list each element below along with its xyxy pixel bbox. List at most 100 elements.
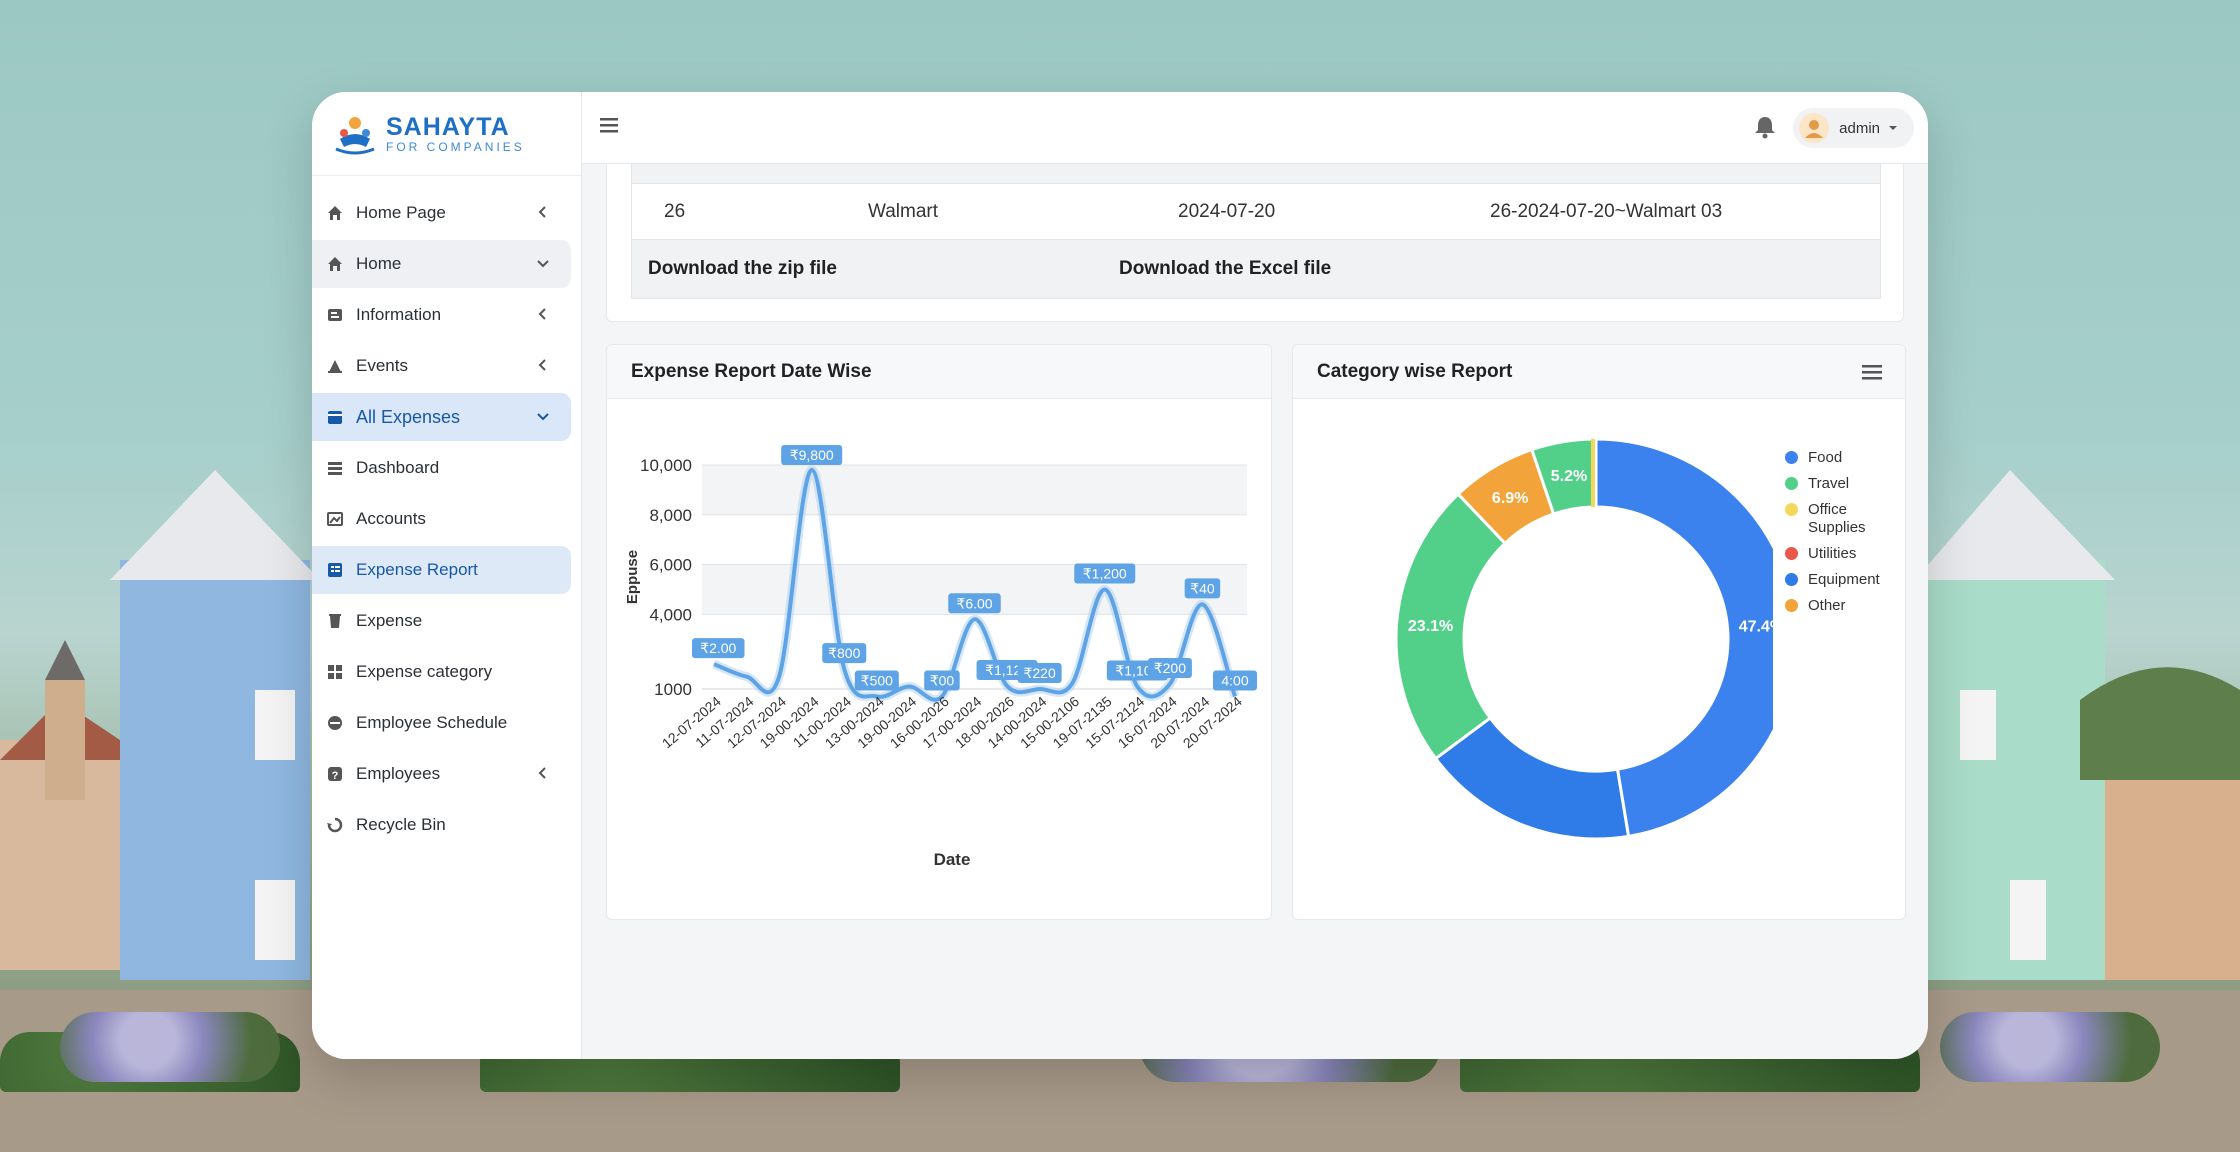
sidebar-item-employees[interactable]: ? Employees — [312, 750, 571, 798]
donut-slice-food[interactable] — [1594, 437, 1773, 839]
top-bar: admin — [582, 92, 1928, 164]
slice-label: 47.4% — [1739, 618, 1773, 635]
legend-label: Equipment — [1808, 571, 1880, 588]
line-chart: 10,000 8,000 6,000 4,000 1000 Eppuse ₹2.00 ₹9,8… — [624, 445, 1257, 869]
caret-down-icon — [1889, 126, 1897, 130]
sidebar-item-all-expenses[interactable]: All Expenses — [312, 393, 571, 441]
donut-legend: Food Travel Office Supplies Utilities Equipm… — [1785, 449, 1895, 623]
svg-text:?: ? — [332, 770, 339, 782]
legend-item[interactable]: Equipment — [1785, 571, 1895, 589]
data-label: ₹40 — [1184, 578, 1221, 599]
expense-date-chart-card: Expense Report Date Wise 10,000 8,000 6,00… — [606, 344, 1272, 920]
brand-logo-icon — [335, 116, 375, 154]
sidebar-item-expense-category[interactable]: Expense category — [312, 648, 571, 696]
legend-item[interactable]: Other — [1785, 597, 1895, 615]
sidebar-item-label: Recycle Bin — [356, 815, 446, 834]
slice-label: 5.2% — [1551, 468, 1587, 485]
app-window: SAHAYTA FOR COMPANIES Home Page Home Inf… — [312, 92, 1928, 1059]
sidebar-item-accounts[interactable]: Accounts — [312, 495, 571, 543]
sidebar-menu: Home Page Home Information Events All Ex — [312, 176, 581, 849]
y-tick-label: 1000 — [654, 680, 692, 699]
svg-text:4:00: 4:00 — [1221, 672, 1248, 688]
y-tick-label: 6,000 — [649, 556, 692, 575]
sidebar-item-label: All Expenses — [356, 406, 461, 427]
info-card-icon — [326, 306, 344, 324]
legend-item[interactable]: Travel — [1785, 475, 1895, 493]
svg-text:₹1,200: ₹1,200 — [1083, 565, 1127, 581]
recycle-icon — [326, 816, 344, 834]
bell-icon[interactable] — [1752, 114, 1778, 140]
cell-id: 26 — [664, 200, 686, 222]
svg-text:₹2.00: ₹2.00 — [700, 640, 736, 656]
flower-bush — [1940, 1012, 2160, 1082]
chevron-left-icon — [535, 357, 551, 373]
legend-label: Utilities — [1808, 545, 1857, 562]
home-icon — [326, 255, 344, 273]
legend-dot — [1785, 503, 1798, 516]
sidebar-item-expense[interactable]: Expense — [312, 597, 571, 645]
sidebar-item-label: Home — [356, 254, 402, 273]
svg-text:₹500: ₹500 — [861, 672, 893, 688]
data-label: ₹800 — [822, 643, 867, 664]
hamburger-menu-icon[interactable] — [598, 114, 620, 136]
legend-dot — [1785, 599, 1798, 612]
sidebar-item-label: Expense — [356, 611, 423, 630]
data-label: ₹200 — [1147, 658, 1192, 679]
data-label: 4:00 — [1213, 670, 1257, 691]
wallet-icon — [326, 408, 344, 426]
slice-label: 6.9% — [1492, 490, 1528, 507]
schedule-icon — [326, 714, 344, 732]
user-name: admin — [1839, 119, 1880, 137]
legend-label: Food — [1808, 449, 1843, 466]
expense-table: 26 Walmart 2024-07-20 26-2024-07-20~Walm… — [631, 164, 1881, 299]
svg-text:₹220: ₹220 — [1023, 665, 1055, 681]
legend-dot — [1785, 477, 1798, 490]
expense-table-card: 26 Walmart 2024-07-20 26-2024-07-20~Walm… — [606, 164, 1904, 322]
donut-chart: 47.4% 23.1% 6.9% 5.2% — [1394, 437, 1773, 841]
svg-text:₹40: ₹40 — [1190, 580, 1215, 596]
user-menu[interactable]: admin — [1793, 108, 1914, 148]
sidebar-item-employee-schedule[interactable]: Employee Schedule — [312, 699, 571, 747]
grid-band — [702, 465, 1247, 515]
legend-label: Other — [1808, 597, 1846, 614]
cell-reference: 26-2024-07-20~Walmart 03 — [1490, 200, 1723, 222]
expense-icon — [326, 612, 344, 630]
category-chart-card: Category wise Report 47.4%23.1%6.9%5.2% … — [1292, 344, 1906, 920]
event-icon — [326, 357, 344, 375]
y-tick-label: 4,000 — [649, 605, 692, 624]
download-zip-link[interactable]: Download the zip file — [648, 258, 837, 280]
sidebar-item-expense-report[interactable]: Expense Report — [312, 546, 571, 594]
x-axis-label: Date — [934, 850, 971, 869]
data-label: ₹6.00 — [948, 593, 1001, 614]
legend-item[interactable]: Food — [1785, 449, 1895, 467]
svg-text:₹800: ₹800 — [828, 645, 860, 661]
brand[interactable]: SAHAYTA FOR COMPANIES — [312, 92, 581, 176]
sidebar-item-information[interactable]: Information — [312, 291, 571, 339]
download-excel-link[interactable]: Download the Excel file — [1119, 258, 1331, 280]
chevron-down-icon — [535, 408, 551, 424]
table-row[interactable]: 26 Walmart 2024-07-20 26-2024-07-20~Walm… — [632, 184, 1880, 240]
line-chart-title: Expense Report Date Wise — [607, 345, 1271, 399]
brand-name: SAHAYTA — [386, 112, 510, 141]
sidebar-item-label: Employees — [356, 764, 441, 783]
sidebar-item-recycle-bin[interactable]: Recycle Bin — [312, 801, 571, 849]
slice-label: 23.1% — [1408, 618, 1453, 635]
sidebar-item-dashboard[interactable]: Dashboard — [312, 444, 571, 492]
legend-item[interactable]: Utilities — [1785, 545, 1895, 563]
legend-item[interactable]: Office Supplies — [1785, 501, 1895, 537]
table-footer: Download the zip file Download the Excel… — [632, 240, 1880, 298]
sidebar-item-label: Events — [356, 356, 408, 375]
y-tick-label: 10,000 — [640, 456, 692, 475]
svg-text:₹9,800: ₹9,800 — [790, 447, 834, 463]
y-tick-label: 8,000 — [649, 506, 692, 525]
chevron-left-icon — [535, 306, 551, 322]
legend-dot — [1785, 451, 1798, 464]
sidebar-item-label: Accounts — [356, 509, 426, 528]
sidebar-item-events[interactable]: Events — [312, 342, 571, 390]
employees-icon: ? — [326, 765, 344, 783]
data-label: ₹9,800 — [781, 445, 843, 465]
sidebar-item-home-page[interactable]: Home Page — [312, 189, 571, 237]
chart-menu-icon[interactable] — [1861, 363, 1883, 381]
svg-text:₹6.00: ₹6.00 — [956, 595, 992, 611]
sidebar-item-home[interactable]: Home — [312, 240, 571, 288]
